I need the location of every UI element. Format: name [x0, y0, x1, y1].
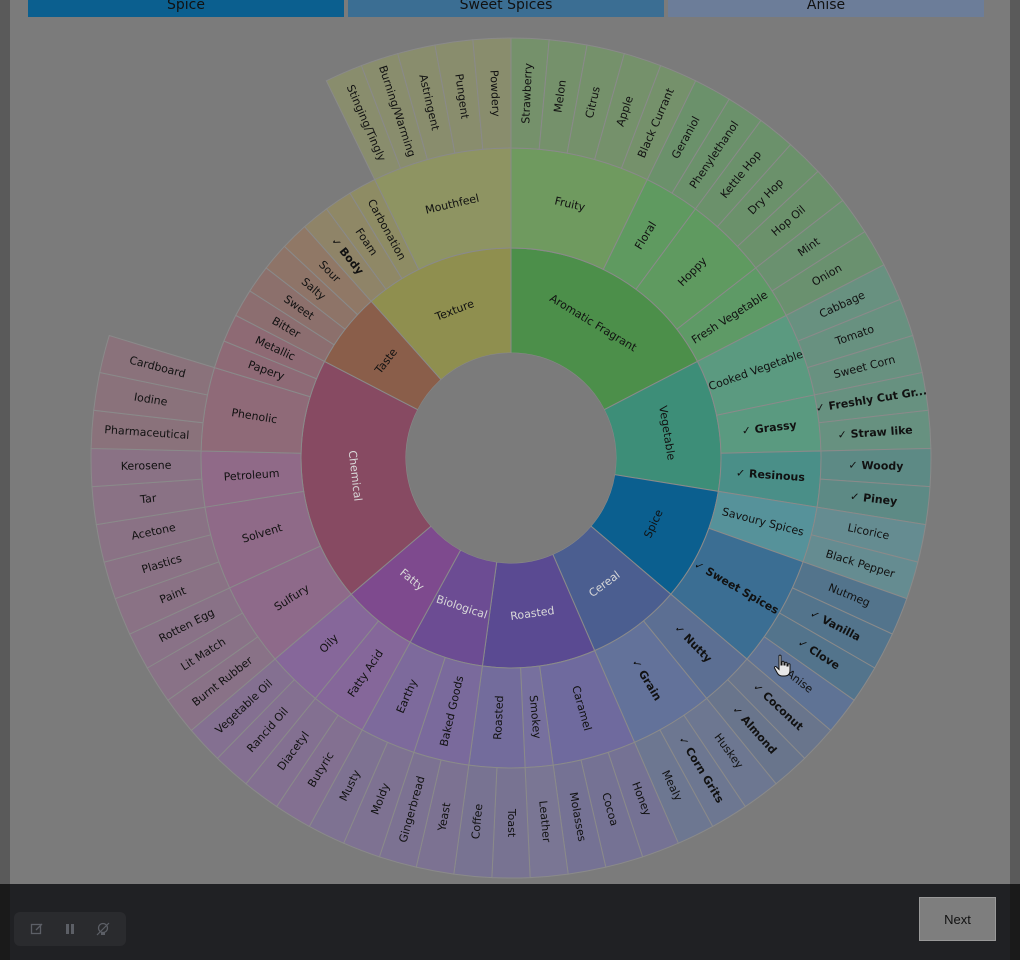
edit-icon[interactable] — [27, 919, 47, 939]
footer-frame-left — [0, 884, 10, 960]
lightbulb-icon[interactable] — [93, 919, 113, 939]
footer-frame-right — [1010, 884, 1020, 960]
flavor-wheel: Aromatic FragrantFruityStrawberry Melon Ci… — [90, 37, 932, 879]
flavor-toast[interactable] — [491, 767, 531, 879]
footer-bar — [10, 884, 1010, 960]
pause-icon[interactable] — [60, 919, 80, 939]
next-button[interactable]: Next — [919, 897, 996, 941]
toolbar — [14, 912, 126, 946]
window-frame-right — [1010, 0, 1020, 884]
wheel-center[interactable] — [406, 353, 616, 563]
window-frame-left — [0, 0, 10, 884]
